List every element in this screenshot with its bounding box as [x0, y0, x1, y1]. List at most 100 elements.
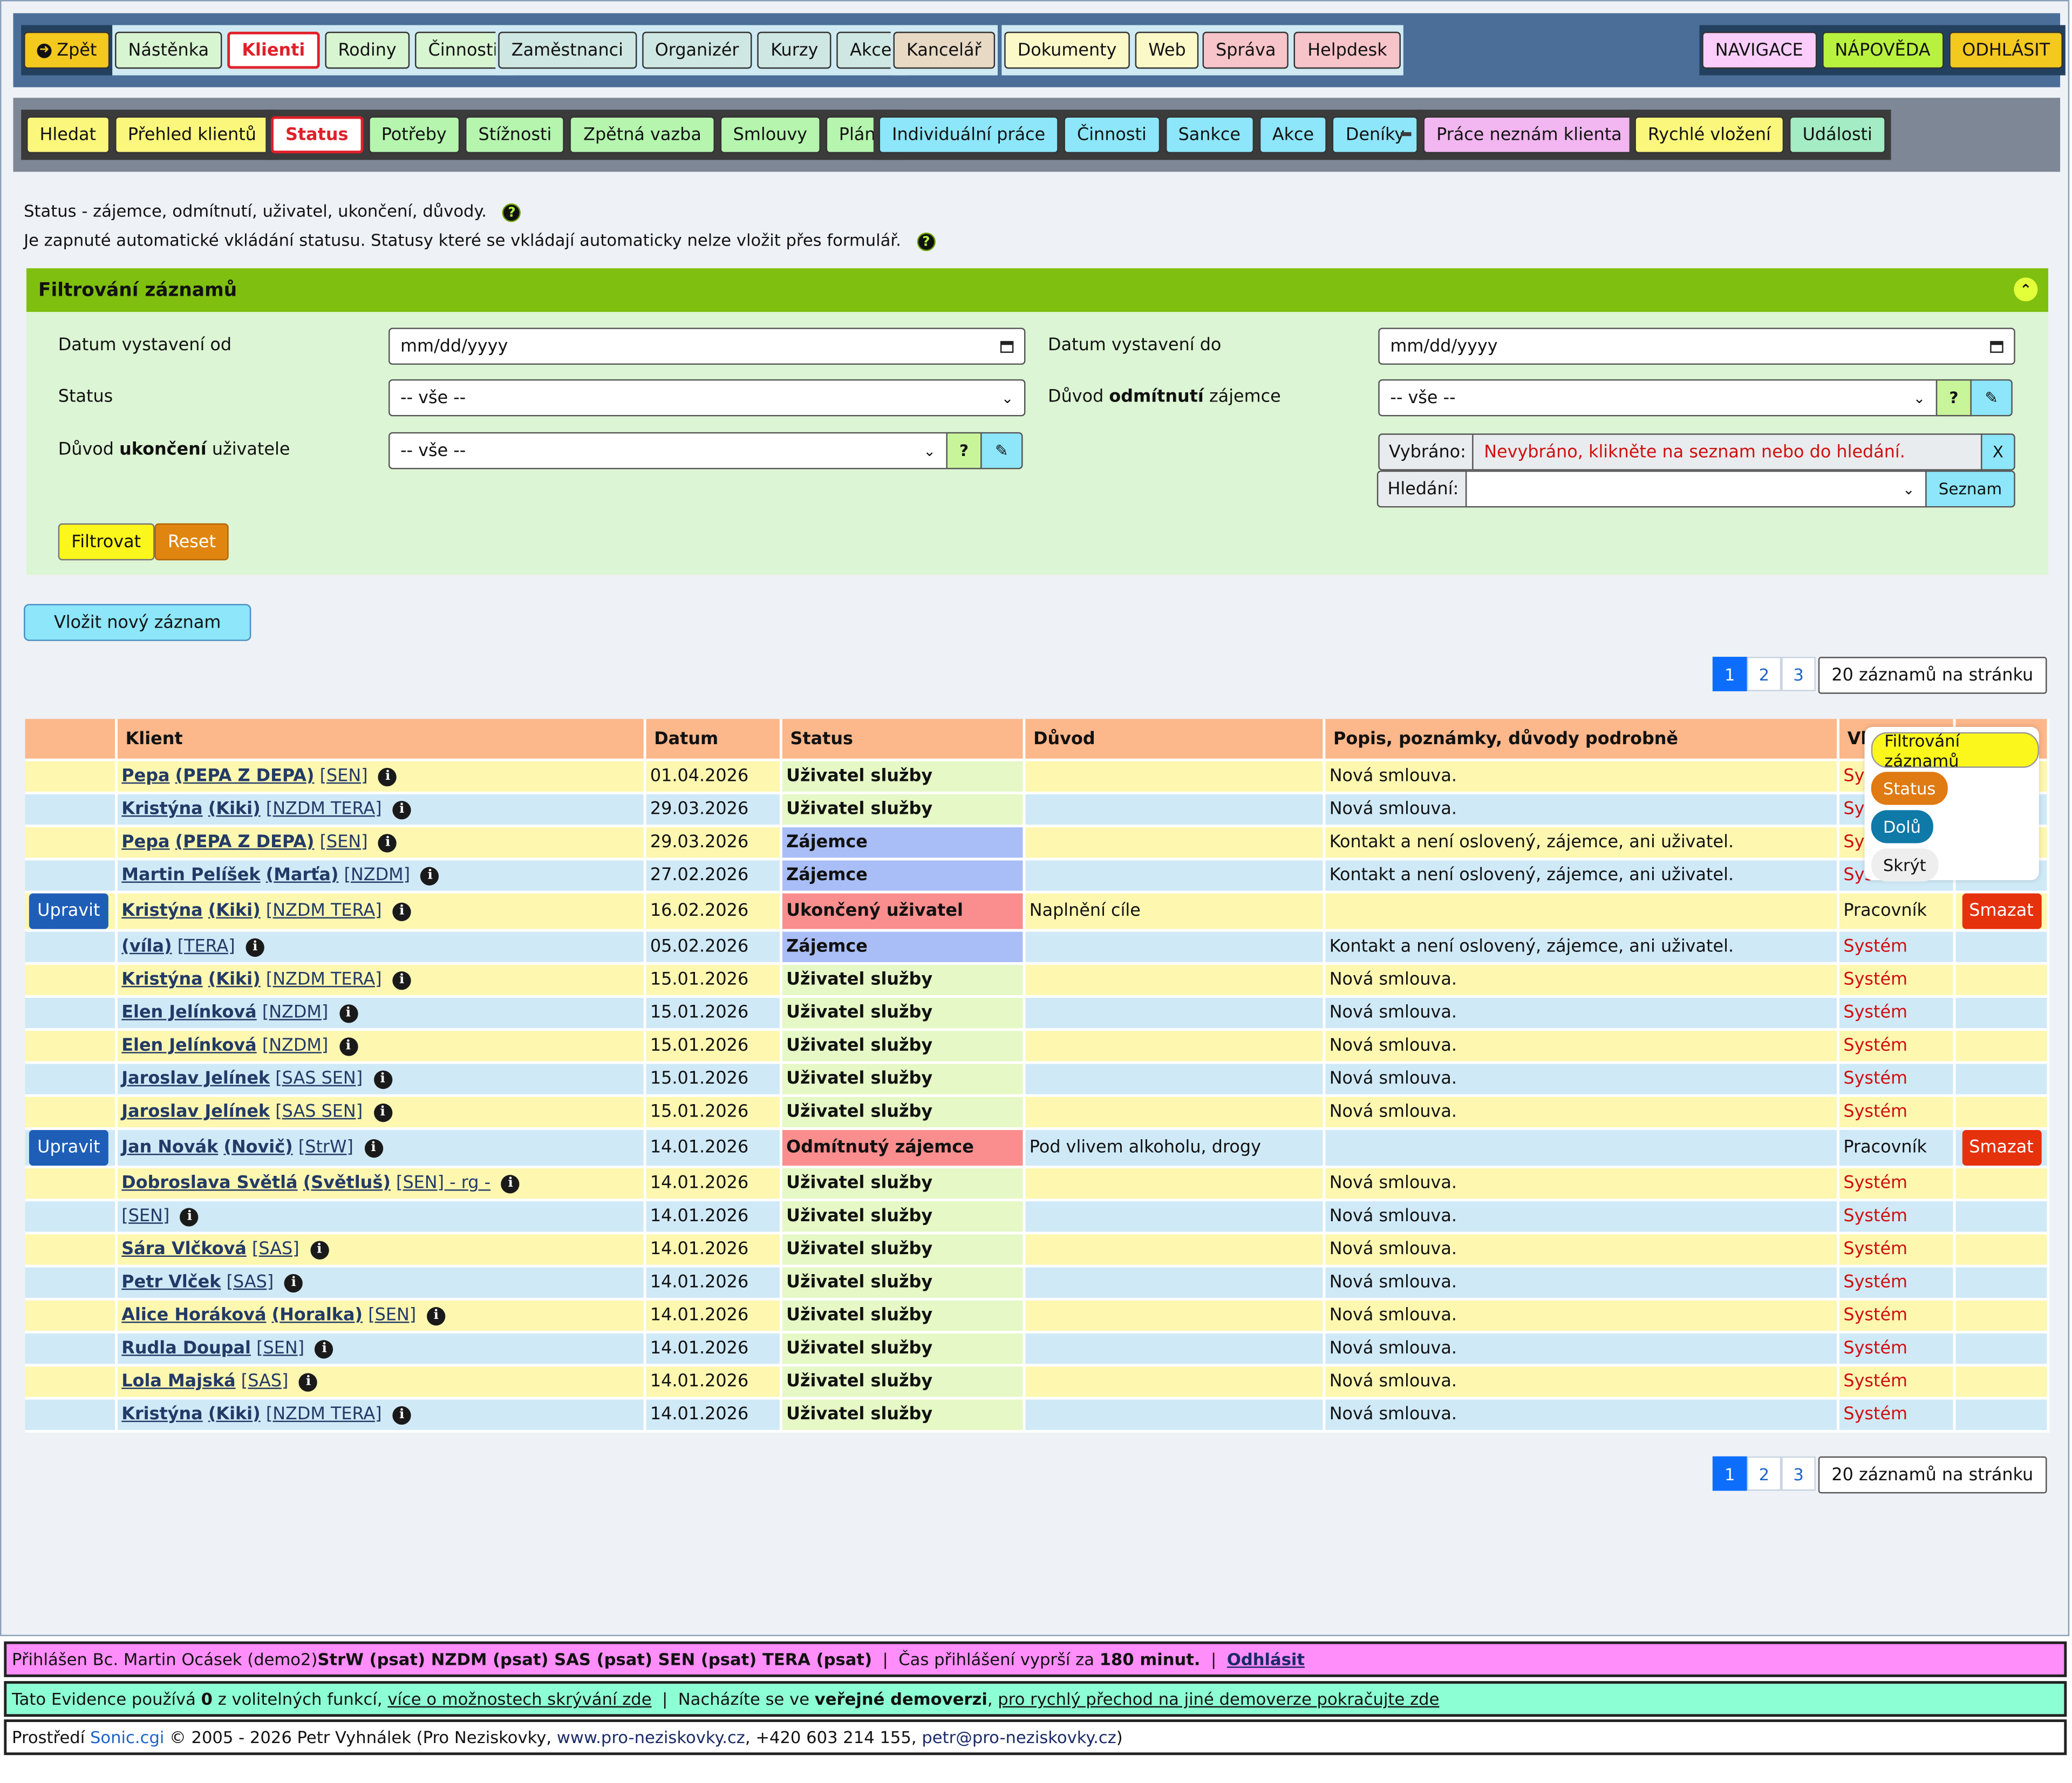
client-name-link[interactable]: Elen Jelínková — [121, 1036, 256, 1056]
napoveda-button[interactable]: NÁPOVĚDA — [1822, 31, 1944, 69]
page-2[interactable]: 2 — [1747, 1456, 1782, 1491]
col-header-datum[interactable]: Datum — [645, 719, 782, 761]
subnav-smlouvy[interactable]: Smlouvy — [720, 116, 821, 154]
client-tag[interactable]: [SAS] — [227, 1272, 274, 1292]
client-tag[interactable]: [SEN] — [368, 1306, 416, 1326]
per-page-select[interactable]: 20 záznamů na stránku — [1818, 657, 2047, 694]
client-tag[interactable]: [SAS SEN] — [275, 1102, 363, 1122]
client-tag[interactable]: [StrW] — [298, 1138, 353, 1158]
client-tag[interactable]: [SEN] — [256, 1339, 304, 1359]
nav-helpdesk[interactable]: Helpdesk — [1294, 31, 1401, 69]
page-3[interactable]: 3 — [1781, 657, 1816, 691]
info-icon[interactable]: i — [339, 1037, 358, 1056]
reject-reason-select[interactable]: -- vše -- ⌄ — [1378, 379, 1938, 417]
sonic-link[interactable]: Sonic.cgi — [90, 1727, 164, 1747]
info-icon[interactable]: i — [364, 1138, 383, 1158]
client-tag[interactable]: [SEN] — [121, 1207, 169, 1227]
client-tag[interactable]: [SAS SEN] — [275, 1069, 363, 1089]
page-2[interactable]: 2 — [1747, 657, 1782, 691]
subnav-akce[interactable]: Akce — [1259, 116, 1327, 154]
date-to-input[interactable]: mm/dd/yyyy — [1378, 328, 2015, 365]
subnav-sankce[interactable]: Sankce — [1165, 116, 1254, 154]
client-nick-link[interactable]: (Kiki) — [208, 800, 261, 820]
client-nick-link[interactable]: (Novič) — [223, 1138, 292, 1158]
nav-web[interactable]: Web — [1135, 31, 1199, 69]
info-icon[interactable]: i — [339, 1004, 358, 1023]
client-nick-link[interactable]: (Kiki) — [208, 1405, 261, 1425]
hiding-options-link[interactable]: více o možnostech skrývání zde — [387, 1689, 651, 1709]
info-icon[interactable]: i — [378, 767, 397, 786]
edit-button[interactable]: Upravit — [29, 1129, 108, 1165]
client-tag[interactable]: [NZDM] — [262, 1036, 328, 1056]
client-name-link[interactable]: Lola Majská — [121, 1372, 235, 1392]
nav-zamestnanci[interactable]: Zaměstnanci — [498, 31, 637, 69]
subnav-hledat[interactable]: Hledat — [26, 116, 110, 154]
delete-button[interactable]: Smazat — [1961, 1129, 2041, 1165]
list-button[interactable]: Seznam — [1925, 470, 2015, 508]
nav-kancelar[interactable]: Kancelář — [893, 31, 995, 69]
info-icon[interactable]: i — [284, 1273, 303, 1292]
nav-rodiny[interactable]: Rodiny — [324, 31, 410, 69]
reject-reason-edit-icon[interactable]: ✎ — [1970, 379, 2013, 417]
client-name-link[interactable]: Jan Novák — [121, 1138, 218, 1158]
client-name-link[interactable]: Jaroslav Jelínek — [121, 1069, 270, 1089]
calendar-icon[interactable] — [1000, 340, 1014, 352]
client-nick-link[interactable]: (Kiki) — [208, 901, 261, 921]
subnav-zpetna-vazba[interactable]: Zpětná vazba — [570, 116, 715, 154]
help-icon[interactable]: ? — [917, 232, 936, 251]
collapse-chevron-icon[interactable]: ⌃ — [2014, 277, 2038, 302]
info-icon[interactable]: i — [392, 970, 411, 990]
info-icon[interactable]: i — [392, 800, 411, 819]
client-nick-link[interactable]: (víla) — [121, 937, 172, 957]
new-record-button[interactable]: Vložit nový záznam — [24, 604, 251, 641]
col-header-duvod[interactable]: Důvod — [1024, 719, 1326, 761]
client-name-link[interactable]: Martin Pelíšek — [121, 866, 260, 886]
col-header-popis[interactable]: Popis, poznámky, důvody podrobně — [1324, 719, 1840, 761]
client-name-link[interactable]: Rudla Doupal — [121, 1339, 251, 1359]
client-nick-link[interactable]: (Marťa) — [266, 866, 339, 886]
page-1[interactable]: 1 — [1712, 1456, 1747, 1491]
info-icon[interactable]: i — [180, 1207, 199, 1226]
help-icon[interactable]: ? — [502, 202, 521, 222]
client-name-link[interactable]: Elen Jelínková — [121, 1003, 256, 1023]
client-name-link[interactable]: Alice Horáková — [121, 1306, 266, 1326]
subnav-stiznosti[interactable]: Stížnosti — [465, 116, 565, 154]
reject-reason-help-button[interactable]: ? — [1935, 379, 1972, 417]
demo-switch-link[interactable]: pro rychlý přechod na jiné demoverze pok… — [998, 1689, 1439, 1709]
client-name-link[interactable]: Pepa — [121, 833, 169, 853]
navigace-button[interactable]: NAVIGACE — [1702, 31, 1817, 69]
delete-button[interactable]: Smazat — [1961, 893, 2041, 928]
client-name-link[interactable]: Jaroslav Jelínek — [121, 1102, 270, 1122]
floatmenu-status[interactable]: Status — [1871, 772, 1948, 805]
client-nick-link[interactable]: (Kiki) — [208, 970, 261, 990]
client-name-link[interactable]: Kristýna — [121, 970, 202, 990]
info-icon[interactable]: i — [299, 1372, 318, 1391]
client-tag[interactable]: [TERA] — [178, 937, 235, 957]
floatmenu-filter[interactable]: Filtrování záznamů — [1871, 730, 2039, 770]
page-3[interactable]: 3 — [1781, 1456, 1816, 1491]
client-name-link[interactable]: Dobroslava Světlá — [121, 1174, 297, 1194]
info-icon[interactable]: i — [373, 1070, 392, 1088]
nav-klienti[interactable]: Klienti — [227, 31, 320, 69]
client-nick-link[interactable]: (Horalka) — [272, 1306, 363, 1326]
client-name-link[interactable]: Pepa — [121, 766, 169, 786]
info-icon[interactable]: i — [310, 1240, 329, 1259]
email-link[interactable]: petr@pro-neziskovky.cz — [922, 1727, 1116, 1747]
info-icon[interactable]: i — [315, 1339, 334, 1358]
client-name-link[interactable]: Sára Vlčková — [121, 1240, 247, 1260]
info-icon[interactable]: i — [246, 937, 264, 956]
subnav-status[interactable]: Status — [271, 116, 363, 154]
client-tag[interactable]: [NZDM] — [344, 866, 410, 886]
col-header-status[interactable]: Status — [781, 719, 1026, 761]
info-icon[interactable]: i — [427, 1306, 446, 1325]
client-tag[interactable]: [NZDM] — [262, 1003, 328, 1023]
filter-button[interactable]: Filtrovat — [58, 523, 154, 561]
info-icon[interactable]: i — [420, 866, 440, 885]
client-tag[interactable]: [SEN] — [320, 833, 368, 853]
clear-selection-button[interactable]: X — [1981, 433, 2015, 471]
client-tag[interactable]: [NZDM TERA] — [266, 1405, 382, 1425]
calendar-icon[interactable] — [1990, 340, 2003, 352]
info-icon[interactable]: i — [501, 1174, 520, 1193]
filter-header[interactable]: Filtrování záznamů ⌃ — [26, 268, 2048, 312]
end-reason-edit-icon[interactable]: ✎ — [980, 432, 1023, 469]
